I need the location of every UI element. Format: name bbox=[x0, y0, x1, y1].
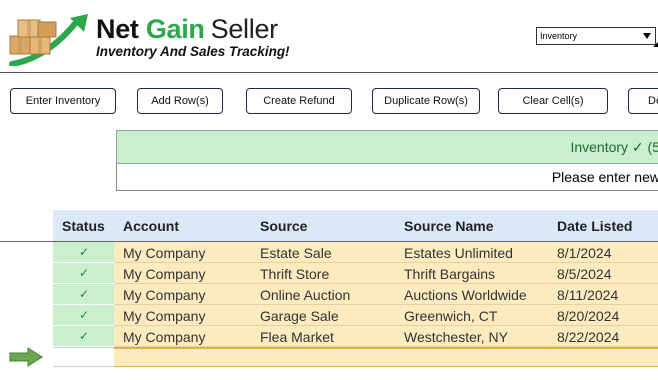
cell-source-name[interactable]: Westchester, NY bbox=[404, 329, 508, 345]
row-data[interactable]: My Company Garage Sale Greenwich, CT 8/2… bbox=[114, 305, 658, 326]
status-cell[interactable]: ✓ bbox=[53, 326, 114, 347]
cell-date-listed[interactable]: 8/20/2024 bbox=[557, 308, 619, 324]
table-row[interactable]: ✓ My Company Garage Sale Greenwich, CT 8… bbox=[53, 305, 658, 326]
cell-account[interactable]: My Company bbox=[123, 287, 205, 303]
header-date-listed[interactable]: Date Listed bbox=[557, 218, 632, 234]
checkmark-icon: ✓ bbox=[79, 245, 90, 259]
row-data[interactable]: My Company Estate Sale Estates Unlimited… bbox=[114, 242, 658, 263]
new-entry-status-cell[interactable] bbox=[53, 347, 114, 367]
inventory-banner: Inventory ✓ (5 bbox=[116, 130, 658, 164]
brand-net: Net bbox=[96, 14, 139, 44]
cell-date-listed[interactable]: 8/1/2024 bbox=[557, 245, 612, 261]
instruction-message: Please enter new bbox=[551, 169, 658, 185]
boxes-growth-icon bbox=[9, 14, 88, 66]
cell-source[interactable]: Thrift Store bbox=[260, 266, 329, 282]
checkmark-icon: ✓ bbox=[79, 308, 90, 322]
inventory-banner-title: Inventory ✓ (5 bbox=[570, 139, 658, 155]
cell-account[interactable]: My Company bbox=[123, 266, 205, 282]
cell-source-name[interactable]: Estates Unlimited bbox=[404, 245, 513, 261]
sheet-select-value: Inventory bbox=[540, 31, 578, 41]
status-cell[interactable]: ✓ bbox=[53, 242, 114, 263]
row-data[interactable]: My Company Flea Market Westchester, NY 8… bbox=[114, 326, 658, 347]
duplicate-rows-button[interactable]: Duplicate Row(s) bbox=[372, 88, 480, 114]
chevron-down-icon[interactable] bbox=[643, 33, 651, 39]
resize-corner-icon bbox=[648, 42, 658, 47]
checkmark-icon: ✓ bbox=[79, 287, 90, 301]
cell-account[interactable]: My Company bbox=[123, 329, 205, 345]
cell-source[interactable]: Flea Market bbox=[260, 329, 334, 345]
add-rows-button[interactable]: Add Row(s) bbox=[137, 88, 223, 114]
sheet-select[interactable]: Inventory bbox=[536, 27, 658, 47]
new-entry-data-cell[interactable] bbox=[114, 347, 658, 367]
cell-account[interactable]: My Company bbox=[123, 308, 205, 324]
cell-source[interactable]: Estate Sale bbox=[260, 245, 332, 261]
new-entry-row[interactable] bbox=[53, 347, 658, 367]
cell-source[interactable]: Online Auction bbox=[260, 287, 350, 303]
right-arrow-icon bbox=[9, 347, 43, 367]
table-row[interactable]: ✓ My Company Online Auction Auctions Wor… bbox=[53, 284, 658, 305]
cell-source-name[interactable]: Auctions Worldwide bbox=[404, 287, 527, 303]
cell-date-listed[interactable]: 8/11/2024 bbox=[557, 287, 618, 303]
header-status[interactable]: Status bbox=[62, 218, 105, 234]
brand-gain: Gain bbox=[145, 14, 205, 44]
checkmark-icon: ✓ bbox=[79, 266, 90, 280]
brand-seller: Seller bbox=[210, 14, 279, 44]
clear-cells-button[interactable]: Clear Cell(s) bbox=[498, 88, 608, 114]
status-cell[interactable]: ✓ bbox=[53, 263, 114, 284]
cell-date-listed[interactable]: 8/22/2024 bbox=[557, 329, 619, 345]
cell-source-name[interactable]: Greenwich, CT bbox=[404, 308, 497, 324]
create-refund-button[interactable]: Create Refund bbox=[246, 88, 352, 114]
table-header: Status Account Source Source Name Date L… bbox=[53, 210, 658, 241]
row-data[interactable]: My Company Thrift Store Thrift Bargains … bbox=[114, 263, 658, 284]
status-cell[interactable]: ✓ bbox=[53, 305, 114, 326]
table-row[interactable]: ✓ My Company Estate Sale Estates Unlimit… bbox=[53, 242, 658, 263]
brand-name: Net Gain Seller bbox=[96, 14, 278, 45]
header-divider bbox=[0, 72, 658, 73]
instruction-banner: Please enter new bbox=[116, 164, 658, 191]
cell-date-listed[interactable]: 8/5/2024 bbox=[557, 266, 612, 282]
delete-rows-button[interactable]: De bbox=[628, 88, 658, 114]
app-logo: Net Gain Seller Inventory And Sales Track… bbox=[0, 0, 310, 72]
enter-inventory-button[interactable]: Enter Inventory bbox=[10, 88, 116, 114]
cell-source[interactable]: Garage Sale bbox=[260, 308, 339, 324]
cell-account[interactable]: My Company bbox=[123, 245, 205, 261]
row-data[interactable]: My Company Online Auction Auctions World… bbox=[114, 284, 658, 305]
header-account[interactable]: Account bbox=[123, 218, 179, 234]
brand-tagline: Inventory And Sales Tracking! bbox=[96, 44, 290, 59]
cell-source-name[interactable]: Thrift Bargains bbox=[404, 266, 495, 282]
header-source-name[interactable]: Source Name bbox=[404, 218, 493, 234]
table-row[interactable]: ✓ My Company Thrift Store Thrift Bargain… bbox=[53, 263, 658, 284]
table-row[interactable]: ✓ My Company Flea Market Westchester, NY… bbox=[53, 326, 658, 347]
checkmark-icon: ✓ bbox=[79, 329, 90, 343]
header-source[interactable]: Source bbox=[260, 218, 307, 234]
status-cell[interactable]: ✓ bbox=[53, 284, 114, 305]
